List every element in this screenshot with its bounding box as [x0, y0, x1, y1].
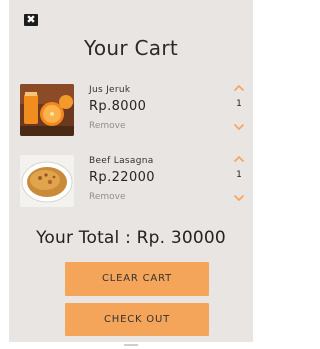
checkout-button[interactable]: CHECK OUT: [65, 303, 209, 336]
item-quantity: 1: [236, 99, 242, 109]
item-name: Beef Lasagna: [89, 156, 154, 166]
close-button[interactable]: ✖: [24, 14, 38, 26]
chevron-down-icon[interactable]: [233, 123, 245, 131]
item-quantity: 1: [236, 170, 242, 180]
item-price: Rp.22000: [89, 170, 155, 185]
chevron-up-icon[interactable]: [233, 155, 245, 163]
cart-screen: ✖ Your Cart Jus Jeruk Rp.8000 Remove 1 B…: [9, 0, 253, 342]
page-title: Your Cart: [83, 36, 179, 60]
cart-item: Jus Jeruk Rp.8000 Remove 1: [9, 82, 253, 142]
cart-total: Your Total : Rp. 30000: [36, 228, 226, 248]
home-indicator: [124, 344, 138, 346]
item-name: Jus Jeruk: [89, 85, 131, 95]
close-icon: ✖: [26, 13, 36, 26]
remove-link[interactable]: Remove: [89, 121, 126, 131]
orange-juice-image: [20, 84, 74, 136]
cart-item: Beef Lasagna Rp.22000 Remove 1: [9, 153, 253, 213]
clear-cart-button[interactable]: CLEAR CART: [65, 262, 209, 296]
chevron-up-icon[interactable]: [233, 84, 245, 92]
remove-link[interactable]: Remove: [89, 192, 126, 202]
chevron-down-icon[interactable]: [233, 194, 245, 202]
lasagna-image: [20, 155, 74, 207]
item-price: Rp.8000: [89, 99, 147, 114]
